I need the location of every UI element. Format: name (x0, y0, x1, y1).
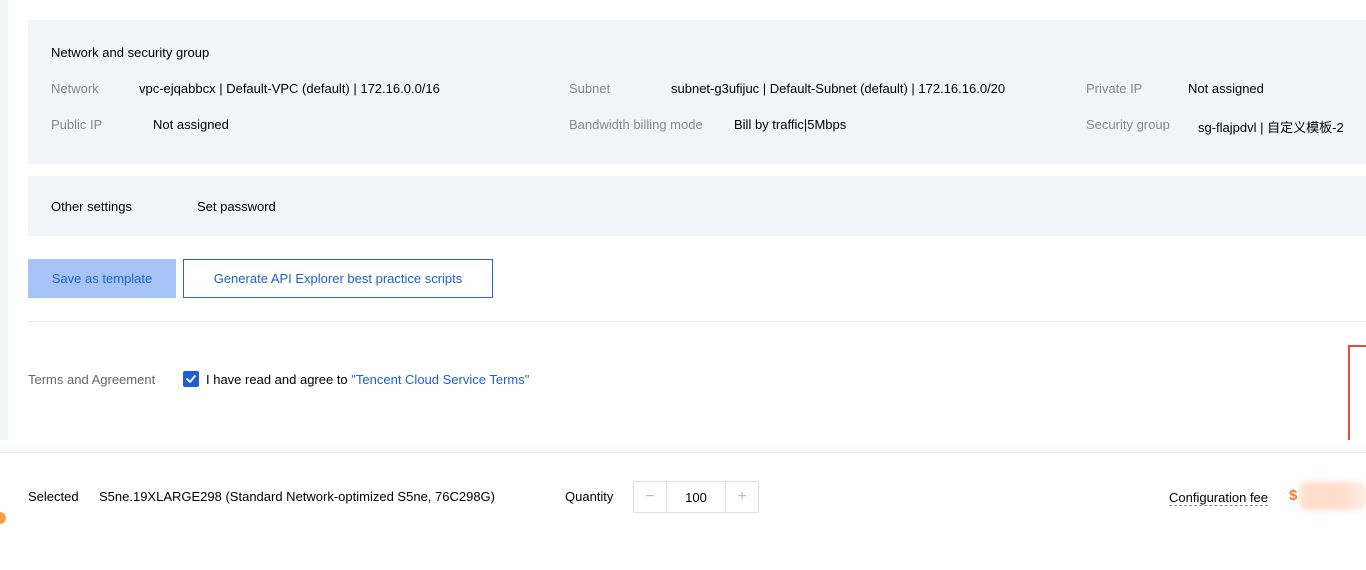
network-security-panel: Network and security group Network vpc-e… (28, 20, 1366, 164)
quantity-decrement-button[interactable]: − (634, 482, 667, 512)
checkmark-icon (186, 375, 196, 383)
selected-label: Selected (28, 489, 79, 504)
fee-amount-blurred (1300, 482, 1366, 510)
terms-text: I have read and agree to "Tencent Cloud … (206, 372, 529, 387)
other-settings-value: Set password (197, 199, 276, 214)
private-ip-value: Not assigned (1188, 81, 1264, 96)
divider (28, 321, 1366, 322)
subnet-value: subnet-g3ufijuc | Default-Subnet (defaul… (671, 81, 1006, 96)
network-section-title: Network and security group (51, 45, 210, 60)
configuration-fee-label[interactable]: Configuration fee (1169, 490, 1269, 506)
terms-label: Terms and Agreement (28, 372, 156, 387)
public-ip-value: Not assigned (153, 117, 229, 132)
security-group-value: sg-flajpdvl | 自定义模板-2 (1198, 120, 1344, 135)
private-ip-label: Private IP (1086, 81, 1143, 96)
quantity-input[interactable]: 100 (667, 490, 725, 505)
generate-api-explorer-button[interactable]: Generate API Explorer best practice scri… (183, 259, 493, 298)
terms-agree-text: I have read and agree to (206, 372, 352, 387)
quantity-stepper: − 100 + (633, 481, 759, 513)
fee-currency-symbol: $ (1289, 487, 1298, 504)
bandwidth-billing-value: Bill by traffic|5Mbps (734, 117, 847, 132)
public-ip-label: Public IP (51, 117, 103, 132)
page: Network and security group Network vpc-e… (0, 0, 1366, 570)
subnet-label: Subnet (569, 81, 611, 96)
bandwidth-billing-label: Bandwidth billing mode (569, 117, 703, 132)
network-value: vpc-ejqabbcx | Default-VPC (default) | 1… (139, 81, 440, 96)
quantity-label: Quantity (565, 489, 614, 504)
security-group-label: Security group (1086, 117, 1170, 132)
other-settings-title: Other settings (51, 199, 132, 214)
selected-instance-value: S5ne.19XLARGE298 (Standard Network-optim… (99, 489, 495, 504)
save-as-template-button[interactable]: Save as template (28, 259, 176, 298)
network-label: Network (51, 81, 99, 96)
other-settings-panel: Other settings Set password (28, 176, 1366, 236)
quantity-increment-button[interactable]: + (725, 482, 758, 512)
terms-link[interactable]: "Tencent Cloud Service Terms" (351, 372, 529, 387)
terms-checkbox[interactable] (183, 371, 199, 387)
